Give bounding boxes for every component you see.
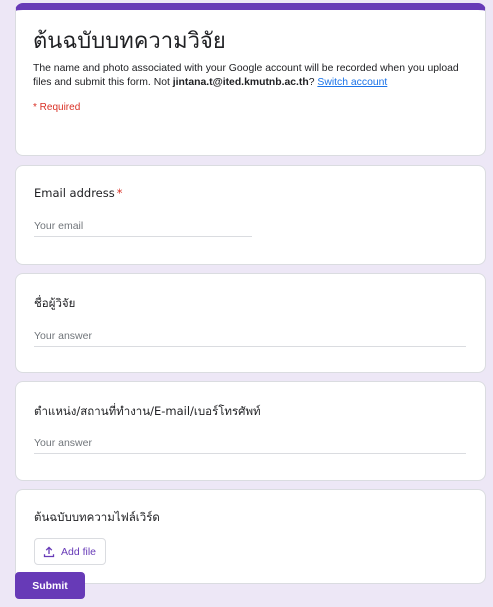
file-upload-label: ต้นฉบับบทความไฟล์เวิร์ด	[34, 510, 160, 524]
account-email: jintana.t@ited.kmutnb.ac.th	[172, 77, 309, 88]
form-description-line-1: The name and photo associated with your …	[33, 63, 459, 74]
file-upload-row: Add file	[34, 538, 467, 565]
email-question-card: Email address *	[15, 165, 486, 265]
email-question-label: Email address *	[34, 185, 467, 201]
upload-icon	[43, 545, 55, 558]
position-contact-question-card: ตำแหน่ง/สถานที่ทำงาน/E-mail/เบอร์โทรศัพท…	[15, 381, 486, 481]
researcher-name-input[interactable]	[34, 330, 466, 347]
form-title: ต้นฉบับบทความวิจัย	[33, 29, 226, 54]
switch-account-link[interactable]: Switch account	[317, 77, 387, 88]
form-container: ต้นฉบับบทความวิจัย The name and photo as…	[15, 3, 486, 584]
researcher-name-question-card: ชื่อผู้วิจัย	[15, 273, 486, 373]
add-file-button[interactable]: Add file	[34, 538, 107, 565]
position-contact-label: ตำแหน่ง/สถานที่ทำงาน/E-mail/เบอร์โทรศัพท…	[34, 404, 261, 418]
submit-button[interactable]: Submit	[15, 572, 85, 599]
position-contact-input[interactable]	[34, 437, 466, 454]
description-prefix: files and submit this form. Not	[33, 77, 173, 88]
email-input[interactable]	[34, 220, 252, 237]
researcher-name-label: ชื่อผู้วิจัย	[34, 296, 76, 310]
file-upload-question-card: ต้นฉบับบทความไฟล์เวิร์ด Add file	[15, 489, 486, 584]
required-asterisk: *	[116, 186, 123, 200]
add-file-label: Add file	[61, 545, 97, 558]
form-header-card: ต้นฉบับบทความวิจัย The name and photo as…	[15, 3, 486, 156]
form-description-line-2: files and submit this form. Not jintana.…	[33, 76, 468, 90]
email-label-text: Email address	[34, 186, 115, 200]
required-note: * Required	[33, 102, 81, 113]
